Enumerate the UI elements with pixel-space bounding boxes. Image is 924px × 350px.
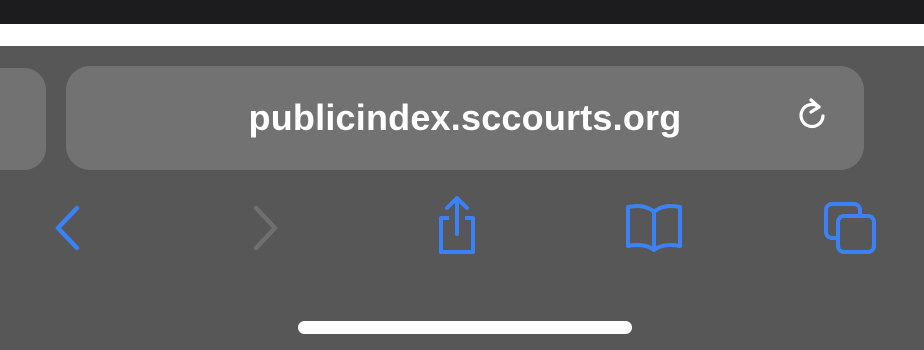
tabs-icon: [824, 202, 876, 254]
address-bar[interactable]: publicindex.sccourts.org: [66, 66, 864, 170]
share-icon: [439, 196, 475, 254]
tabs-button[interactable]: [820, 198, 880, 258]
forward-button[interactable]: [242, 200, 286, 256]
reload-icon[interactable]: [790, 93, 834, 137]
share-button[interactable]: [430, 194, 484, 258]
back-button[interactable]: [46, 200, 90, 256]
bookmarks-button[interactable]: [622, 198, 686, 254]
book-icon: [626, 204, 682, 252]
chevron-right-icon: [253, 205, 278, 251]
chevron-left-icon: [55, 205, 80, 251]
previous-tab-address-bar[interactable]: [0, 68, 46, 170]
page-content-edge: [0, 24, 924, 46]
home-indicator[interactable]: [298, 321, 632, 334]
url-text[interactable]: publicindex.sccourts.org: [66, 66, 864, 170]
status-bar-area: [0, 0, 924, 24]
